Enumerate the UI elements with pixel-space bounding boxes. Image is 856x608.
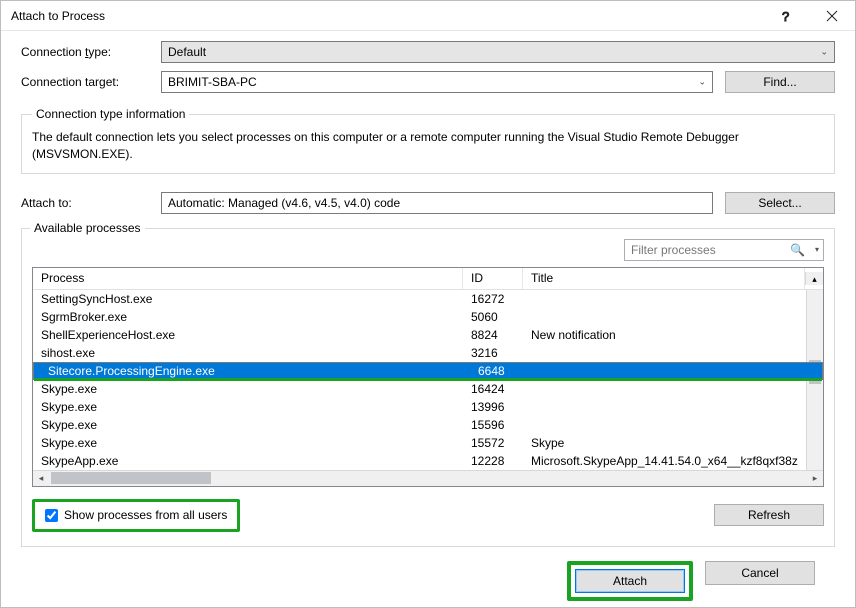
titlebar: Attach to Process ? [1, 1, 855, 31]
table-row[interactable]: Skype.exe15572Skype [33, 434, 823, 452]
connection-target-value: BRIMIT-SBA-PC [168, 75, 257, 89]
cell-process: Sitecore.ProcessingEngine.exe [40, 364, 470, 378]
table-row[interactable]: Skype.exe16424 [33, 380, 823, 398]
scroll-left-icon[interactable]: ◂ [33, 473, 49, 484]
col-id[interactable]: ID [463, 268, 523, 289]
scroll-right-icon[interactable]: ▸ [807, 473, 823, 484]
chevron-down-icon: ▾ [815, 245, 819, 254]
attach-button[interactable]: Attach [575, 569, 685, 593]
table-row[interactable]: sihost.exe3216 [33, 344, 823, 362]
connection-target-input[interactable]: BRIMIT-SBA-PC ⌄ [161, 71, 713, 93]
table-row[interactable]: Skype.exe13996 [33, 398, 823, 416]
connection-target-label: Connection target: [21, 75, 161, 89]
show-all-users-checkbox[interactable]: Show processes from all users [32, 499, 240, 532]
horizontal-scrollbar[interactable]: ◂ ▸ [33, 470, 823, 486]
cell-id: 8824 [463, 328, 523, 342]
search-icon: 🔍 [790, 243, 805, 257]
attach-to-process-dialog: Attach to Process ? Connection type: Def… [0, 0, 856, 608]
svg-text:?: ? [782, 9, 789, 23]
connection-type-info-text: The default connection lets you select p… [32, 129, 824, 163]
table-row[interactable]: SettingSyncHost.exe16272 [33, 290, 823, 308]
window-title: Attach to Process [1, 9, 763, 23]
connection-type-select[interactable]: Default ⌄ [161, 41, 835, 63]
cell-process: SettingSyncHost.exe [33, 292, 463, 306]
connection-type-label: Connection type: [21, 45, 161, 59]
cell-title: Skype [523, 436, 823, 450]
table-body: SettingSyncHost.exe16272SgrmBroker.exe50… [33, 290, 823, 470]
table-row[interactable]: ShellExperienceHost.exe8824New notificat… [33, 326, 823, 344]
refresh-button[interactable]: Refresh [714, 504, 824, 526]
show-all-users-input[interactable] [45, 509, 58, 522]
chevron-down-icon: ⌄ [820, 47, 828, 58]
cell-id: 5060 [463, 310, 523, 324]
cell-process: SgrmBroker.exe [33, 310, 463, 324]
table-row[interactable]: SgrmBroker.exe5060 [33, 308, 823, 326]
cell-process: SkypeApp.exe [33, 454, 463, 468]
cell-id: 12228 [463, 454, 523, 468]
cell-title: New notification [523, 328, 823, 342]
cell-id: 3216 [463, 346, 523, 360]
filter-processes-input[interactable]: Filter processes 🔍 ▾ [624, 239, 824, 261]
table-row[interactable]: SkypeApp.exe12228Microsoft.SkypeApp_14.4… [33, 452, 823, 470]
available-processes-group: Available processes Filter processes 🔍 ▾… [21, 228, 835, 547]
scroll-up-icon[interactable]: ▴ [805, 272, 823, 285]
attach-to-label: Attach to: [21, 196, 161, 210]
cell-id: 15596 [463, 418, 523, 432]
close-button[interactable] [809, 1, 855, 31]
table-header: Process ID Title ▴ [33, 268, 823, 290]
connection-type-info-group: Connection type information The default … [21, 107, 835, 174]
filter-placeholder: Filter processes [631, 243, 716, 257]
connection-type-info-legend: Connection type information [32, 107, 189, 121]
cell-title: Microsoft.SkypeApp_14.41.54.0_x64__kzf8q… [523, 454, 823, 468]
cell-id: 16424 [463, 382, 523, 396]
attach-to-value: Automatic: Managed (v4.6, v4.5, v4.0) co… [161, 192, 713, 214]
show-all-users-label: Show processes from all users [64, 508, 227, 522]
connection-type-value: Default [168, 45, 206, 59]
cell-process: ShellExperienceHost.exe [33, 328, 463, 342]
cell-process: Skype.exe [33, 382, 463, 396]
select-button[interactable]: Select... [725, 192, 835, 214]
cell-process: Skype.exe [33, 436, 463, 450]
cell-id: 15572 [463, 436, 523, 450]
col-title[interactable]: Title [523, 268, 805, 289]
help-button[interactable]: ? [763, 1, 809, 31]
cell-id: 13996 [463, 400, 523, 414]
available-processes-legend: Available processes [30, 221, 145, 235]
process-list[interactable]: Process ID Title ▴ SettingSyncHost.exe16… [32, 267, 824, 487]
attach-button-highlight: Attach [567, 561, 693, 601]
cell-process: Skype.exe [33, 418, 463, 432]
chevron-down-icon: ⌄ [698, 77, 706, 88]
table-row[interactable]: Sitecore.ProcessingEngine.exe6648 [33, 362, 823, 380]
cell-id: 6648 [470, 364, 530, 378]
cancel-button[interactable]: Cancel [705, 561, 815, 585]
col-process[interactable]: Process [33, 268, 463, 289]
table-row[interactable]: Skype.exe15596 [33, 416, 823, 434]
cell-process: Skype.exe [33, 400, 463, 414]
cell-process: sihost.exe [33, 346, 463, 360]
find-button[interactable]: Find... [725, 71, 835, 93]
cell-id: 16272 [463, 292, 523, 306]
